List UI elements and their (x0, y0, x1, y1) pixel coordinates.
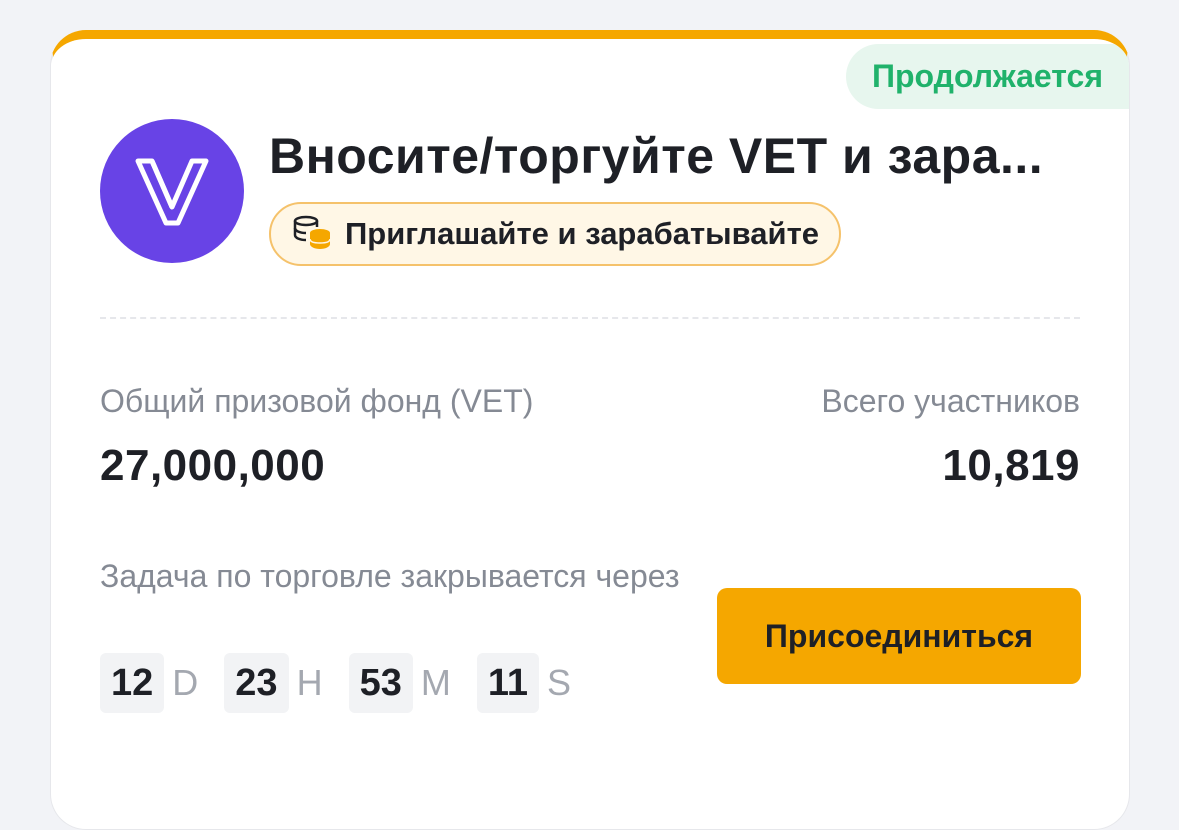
countdown-days-unit: D (172, 662, 199, 703)
countdown-label: Задача по торговле закрывается через (100, 558, 680, 594)
countdown-days: 12 (100, 653, 165, 713)
divider (100, 317, 1080, 319)
join-button[interactable]: Присоединиться (717, 588, 1081, 684)
countdown-hours: 23 (224, 653, 289, 713)
countdown-minutes-unit: M (420, 662, 451, 703)
prize-pool-value: 27,000,000 (100, 441, 326, 490)
countdown-minutes: 53 (348, 653, 413, 713)
participants-label: Всего участников (821, 383, 1080, 419)
campaign-card[interactable]: Продолжается Вносите/торгуйте VET и зара… (50, 30, 1130, 830)
tag-label: Приглашайте и зарабатывайте (345, 216, 820, 251)
invite-earn-tag[interactable]: Приглашайте и зарабатывайте (269, 202, 842, 266)
countdown-seconds: 11 (476, 653, 540, 713)
participants-value: 10,819 (942, 441, 1080, 490)
countdown-hours-unit: H (296, 662, 323, 703)
status-badge: Продолжается (845, 44, 1129, 109)
campaign-title[interactable]: Вносите/торгуйте VET и зара... (269, 127, 1089, 185)
countdown-timer: 12 D 23 H 53 M 11 S (100, 653, 597, 713)
prize-pool-label: Общий призовой фонд (VET) (100, 383, 534, 419)
coins-stack-icon (291, 214, 333, 255)
countdown-seconds-unit: S (547, 662, 572, 703)
vechain-logo-icon (100, 119, 244, 263)
